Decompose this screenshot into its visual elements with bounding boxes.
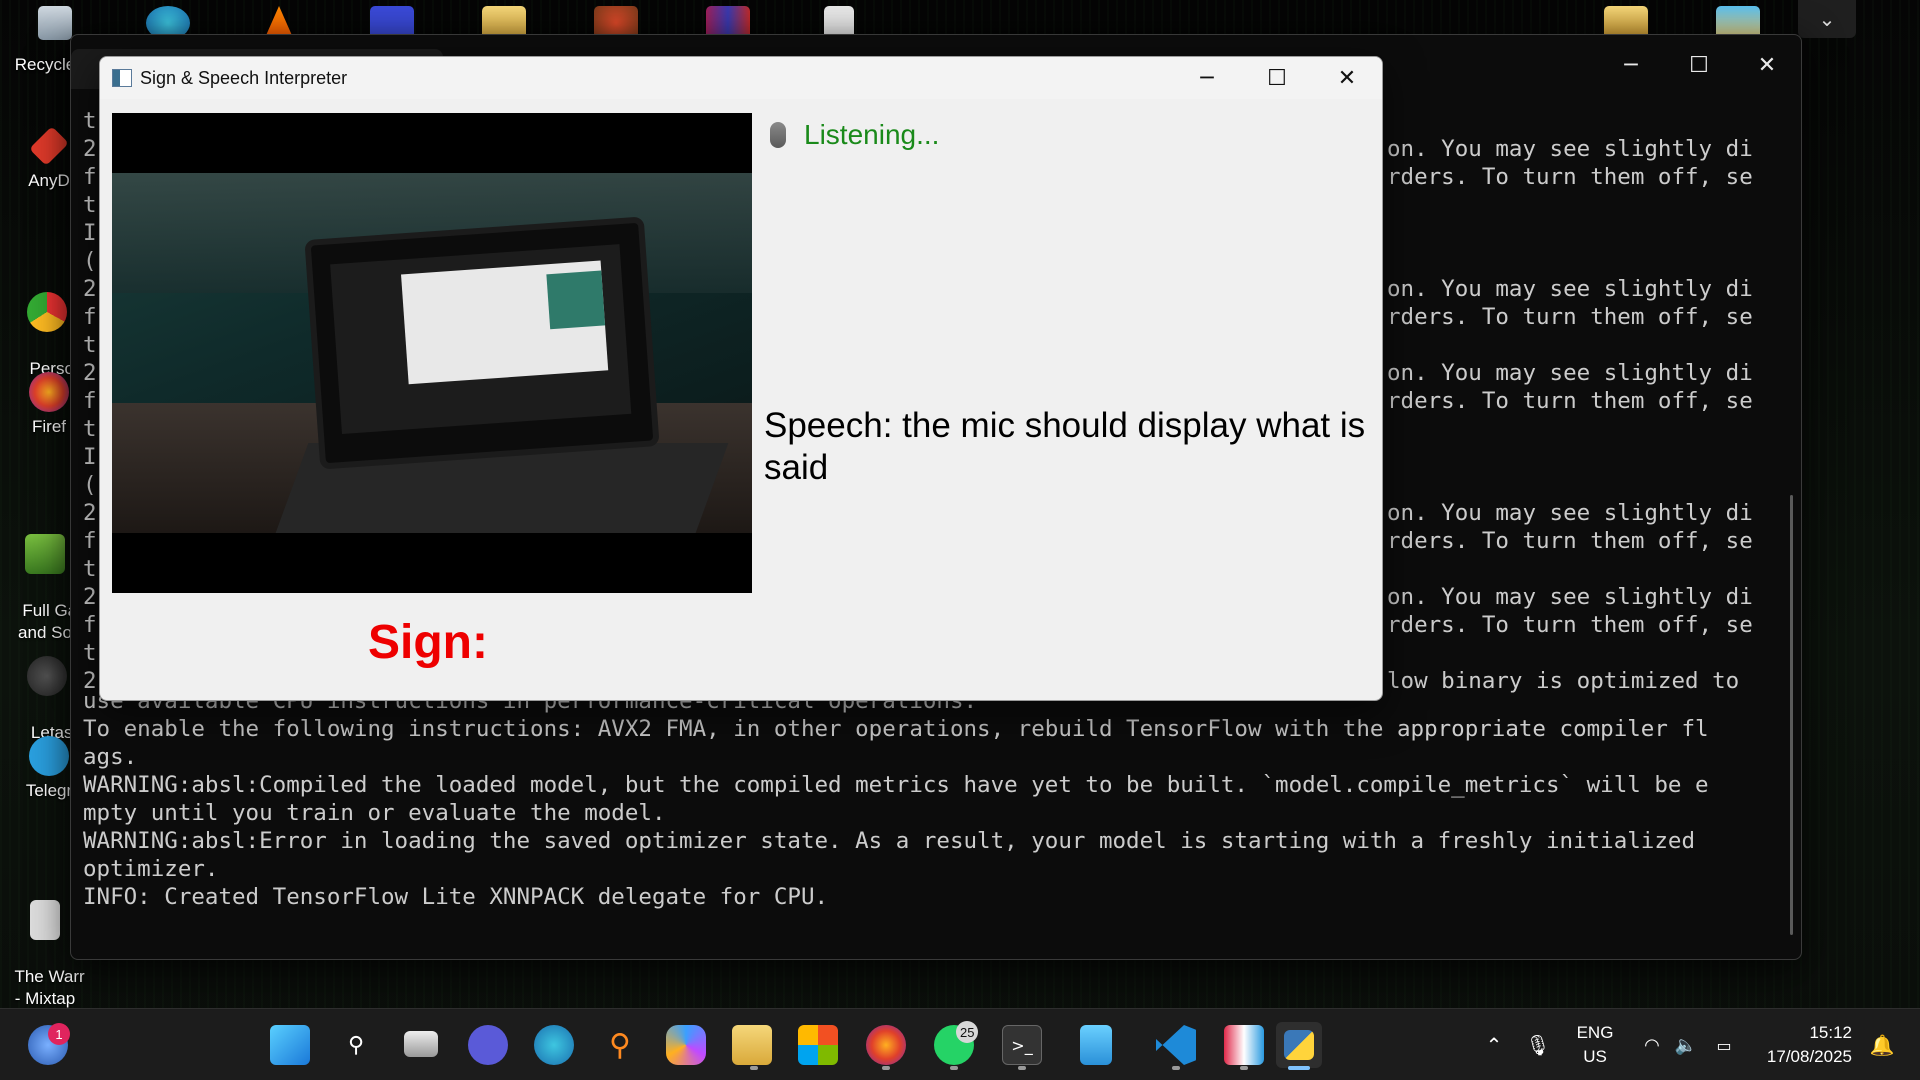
taskbar-running-indicator	[1240, 1066, 1248, 1070]
recycle-bin-icon[interactable]	[38, 6, 72, 40]
taskbar-active-indicator	[1288, 1066, 1310, 1070]
microphone-icon[interactable]: 🎙	[1518, 1025, 1558, 1065]
telegram-icon	[29, 736, 69, 776]
video-file-icon	[30, 900, 60, 940]
chevron-down-icon[interactable]: ⌄	[1798, 0, 1856, 38]
app-window-icon	[112, 69, 132, 87]
language-indicator[interactable]: ENG US	[1570, 1021, 1620, 1069]
weather-badge: 1	[48, 1023, 70, 1045]
vscode-icon[interactable]	[1156, 1025, 1196, 1065]
whatsapp-badge: 25	[956, 1021, 979, 1043]
window-title: Sign & Speech Interpreter	[140, 67, 348, 88]
clock-time: 15:12	[1809, 1023, 1852, 1042]
maximize-button[interactable]: ☐	[1665, 35, 1733, 95]
taskbar-running-indicator	[882, 1066, 890, 1070]
media-app-icon[interactable]	[1224, 1025, 1264, 1065]
app-titlebar[interactable]: Sign & Speech Interpreter ─ ☐ ✕	[100, 57, 1382, 99]
chat-icon[interactable]	[468, 1025, 508, 1065]
terminal-icon[interactable]: >_	[1002, 1025, 1042, 1065]
anydesk-icon	[29, 126, 69, 166]
taskbar-running-indicator	[1172, 1066, 1180, 1070]
speaker-icon	[27, 656, 67, 696]
app-window-controls: ─ ☐ ✕	[1172, 57, 1382, 99]
firefox-icon	[29, 372, 69, 412]
clock[interactable]: 15:12 17/08/2025	[1750, 1021, 1860, 1069]
clock-date: 17/08/2025	[1766, 1047, 1852, 1066]
terminal-window-controls: ─ ☐ ✕	[1597, 35, 1801, 95]
terminal-output: use available CPU instructions in perfor…	[83, 688, 1709, 910]
notification-bell-icon[interactable]: 🔔	[1862, 1025, 1902, 1065]
file-explorer-icon[interactable]	[732, 1025, 772, 1065]
edge-icon[interactable]	[534, 1025, 574, 1065]
desktop-icon-label: AnyD	[28, 171, 70, 190]
copilot-icon[interactable]	[666, 1025, 706, 1065]
camera-feed	[112, 113, 752, 593]
taskbar-running-indicator	[950, 1066, 958, 1070]
minimize-button[interactable]: ─	[1597, 35, 1665, 95]
search-icon[interactable]: ⚲	[336, 1025, 376, 1065]
chevron-up-icon[interactable]: ⌃	[1474, 1025, 1514, 1065]
taskbar-running-indicator	[750, 1066, 758, 1070]
notepad-icon[interactable]	[1080, 1025, 1112, 1065]
desktop-icon-label: The Warr - Mixtap	[14, 967, 85, 1008]
language-code: ENG	[1576, 1023, 1614, 1042]
firefox-icon[interactable]	[866, 1025, 906, 1065]
store-icon[interactable]	[798, 1025, 838, 1065]
microphone-icon	[770, 122, 786, 148]
status-text: Listening...	[804, 119, 940, 150]
taskbar-running-indicator	[1018, 1066, 1026, 1070]
speech-output: Speech: the mic should display what is s…	[764, 406, 1366, 487]
taskbar: 1 ⚲ ⚲ 25 >_ ⌃ 🎙 ENG US ◠ 🔈 ▭ 15:12 17/08…	[0, 1008, 1920, 1080]
terminal-right-text: on. You may see slightly di rders. To tu…	[1387, 136, 1753, 694]
search-tool-icon[interactable]: ⚲	[600, 1025, 640, 1065]
sign-output-label: Sign:	[368, 616, 488, 669]
task-view-icon[interactable]	[404, 1031, 438, 1057]
listening-status: Listening...	[770, 119, 939, 151]
battery-icon[interactable]: ▭	[1704, 1025, 1744, 1065]
keyboard-layout: US	[1583, 1047, 1607, 1066]
volume-icon[interactable]: 🔈	[1666, 1025, 1706, 1065]
sign-speech-window[interactable]: Sign & Speech Interpreter ─ ☐ ✕ Listenin…	[99, 56, 1383, 701]
python-icon[interactable]	[1276, 1022, 1322, 1068]
desktop-icon-label: Firef	[32, 417, 66, 436]
desktop-icon-label: Recycle	[14, 55, 76, 74]
game-icon	[25, 534, 65, 574]
scrollbar[interactable]	[1790, 495, 1793, 935]
camera-frame-image	[112, 173, 752, 533]
desktop-icon-label: Telegr	[25, 781, 73, 800]
minimize-button[interactable]: ─	[1172, 57, 1242, 99]
close-button[interactable]: ✕	[1312, 57, 1382, 99]
chrome-icon	[27, 292, 67, 332]
close-button[interactable]: ✕	[1733, 35, 1801, 95]
maximize-button[interactable]: ☐	[1242, 57, 1312, 99]
start-button-icon[interactable]	[270, 1025, 310, 1065]
